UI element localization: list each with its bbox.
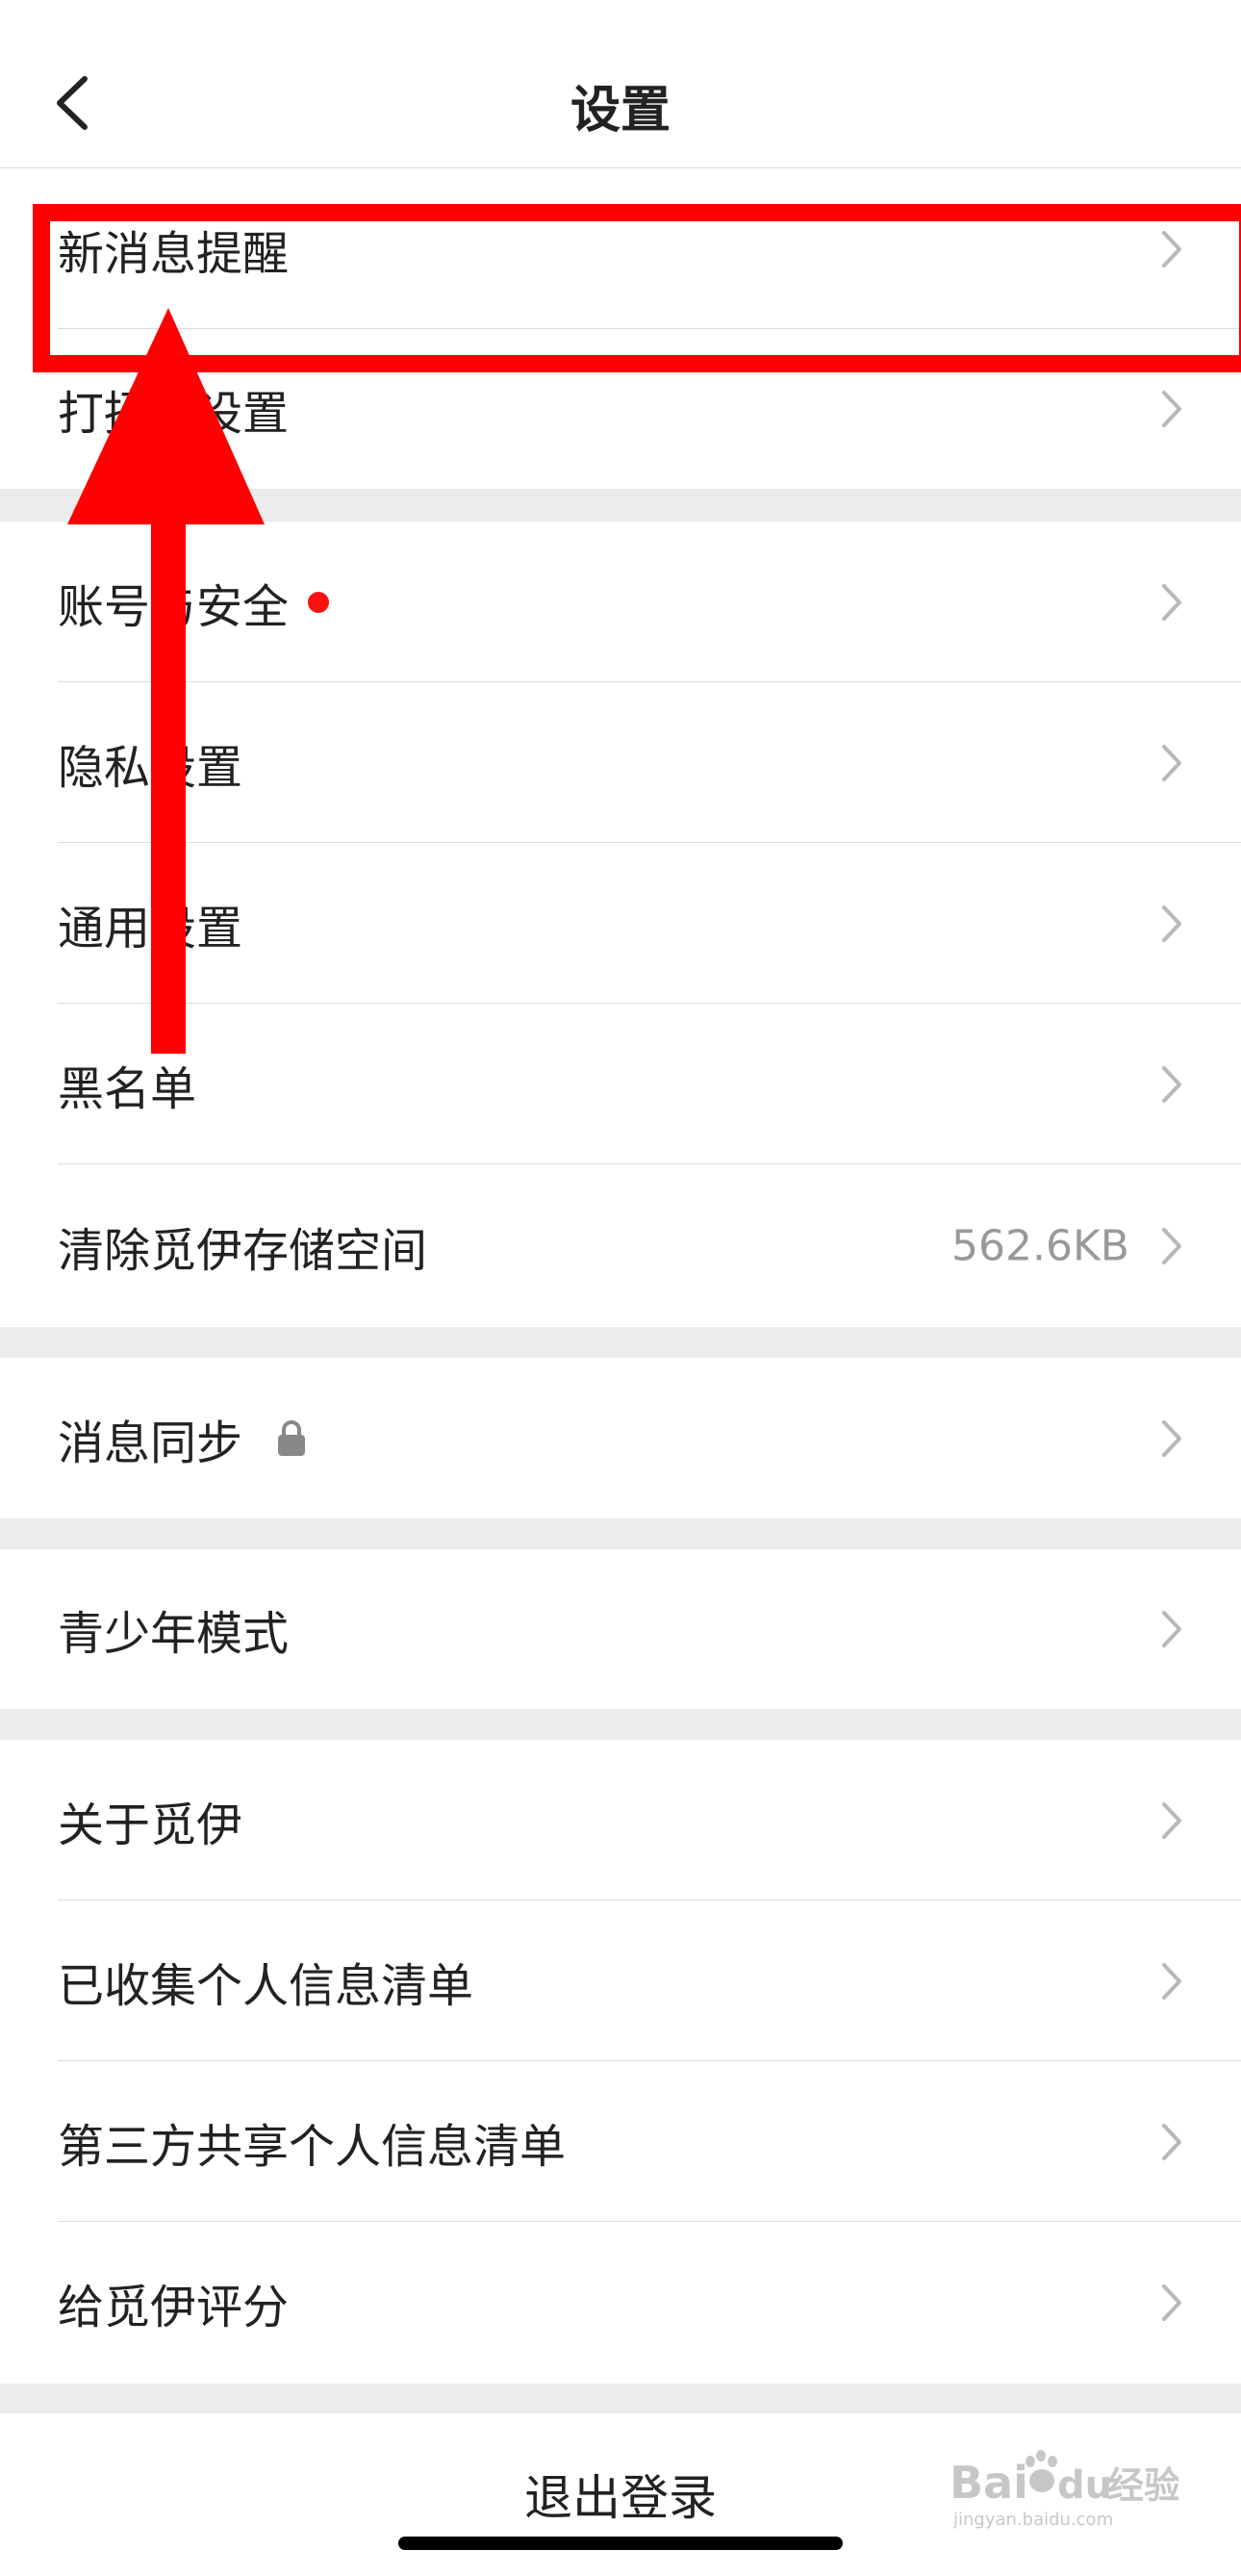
watermark-url: jingyan.baidu.com	[952, 2510, 1113, 2530]
lock-icon	[278, 1419, 305, 1456]
chevron-right-icon	[1162, 1611, 1181, 1647]
settings-row-clear-storage[interactable]: 清除觅伊存储空间 562.6KB	[0, 1164, 1241, 1327]
row-label: 消息同步	[58, 1416, 243, 1470]
annotation-up-arrow	[67, 308, 265, 1054]
settings-row-teen-mode[interactable]: 青少年模式	[0, 1549, 1241, 1709]
notification-dot	[308, 591, 329, 613]
storage-size-value: 562.6KB	[950, 1221, 1129, 1270]
chevron-right-icon	[1162, 1419, 1181, 1457]
section-gap	[0, 1518, 1241, 1549]
paw-icon	[1026, 2450, 1057, 2492]
chevron-right-icon	[1162, 2123, 1181, 2160]
watermark-brand: Bai	[950, 2457, 1028, 2509]
row-label: 关于觅伊	[58, 1798, 243, 1852]
section-gap	[0, 1709, 1241, 1740]
watermark-brand-2: du	[1057, 2463, 1112, 2508]
row-label: 第三方共享个人信息清单	[58, 2119, 567, 2174]
chevron-right-icon	[1162, 1065, 1181, 1103]
chevron-right-icon	[1162, 391, 1181, 427]
chevron-right-icon	[1162, 1801, 1181, 1839]
baidu-jingyan-watermark: Bai du 经验 jingyan.baidu.com	[950, 2450, 1178, 2530]
settings-row-rate-app[interactable]: 给觅伊评分	[0, 2222, 1241, 2384]
row-label: 已收集个人信息清单	[58, 1958, 474, 2013]
chevron-right-icon	[1162, 905, 1181, 942]
settings-row-message-sync[interactable]: 消息同步	[0, 1358, 1241, 1518]
row-label: 给觅伊评分	[58, 2281, 290, 2334]
row-label: 黑名单	[58, 1061, 197, 1116]
chevron-right-icon	[1162, 583, 1181, 621]
chevron-right-icon	[1162, 744, 1181, 781]
section-gap	[0, 2384, 1241, 2413]
settings-row-collected-info[interactable]: 已收集个人信息清单	[0, 1900, 1241, 2061]
nav-bar: 设置	[0, 0, 1241, 168]
chevron-right-icon	[1162, 1227, 1181, 1264]
section-gap	[0, 1327, 1241, 1358]
row-label: 清除觅伊存储空间	[58, 1223, 428, 1278]
page-title: 设置	[570, 82, 671, 140]
watermark-cn: 经验	[1107, 2464, 1178, 2507]
settings-row-third-party-info[interactable]: 第三方共享个人信息清单	[0, 2061, 1241, 2222]
settings-row-about[interactable]: 关于觅伊	[0, 1740, 1241, 1900]
chevron-right-icon	[1162, 1962, 1181, 2000]
row-label: 青少年模式	[58, 1607, 290, 1661]
chevron-right-icon	[1162, 2284, 1181, 2321]
home-indicator	[398, 2537, 843, 2550]
